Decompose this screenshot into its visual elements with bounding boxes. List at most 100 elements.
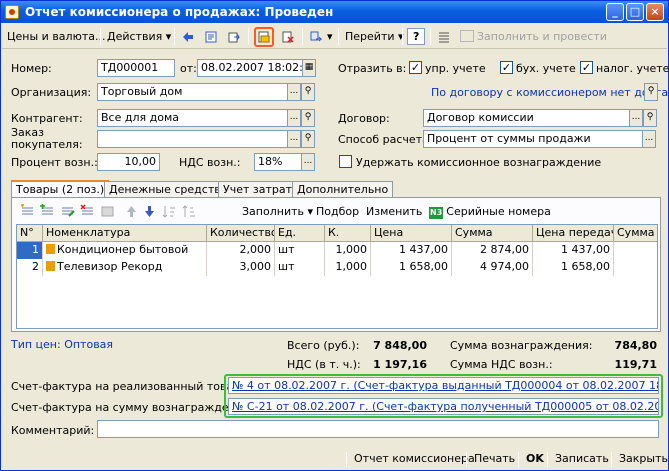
item-icon (46, 261, 55, 271)
col-transfer-price[interactable]: Цена передачи (533, 225, 614, 242)
customer-order-select-button[interactable]: ... (287, 130, 301, 148)
ok-button[interactable]: OK (523, 450, 547, 469)
mgmt-accounting-label: упр. учете (425, 62, 486, 75)
calc-method-select-button[interactable]: ... (642, 130, 656, 148)
reward-vat-sum-value: 119,71 (614, 358, 657, 371)
col-coefficient[interactable]: К. (325, 225, 371, 242)
contract-select-button[interactable]: ... (629, 109, 643, 127)
contract-label: Договор: (338, 112, 390, 125)
close-window-button[interactable]: × (646, 3, 664, 21)
post-document-icon[interactable] (225, 28, 242, 45)
goods-invoice-link[interactable]: № 4 от 08.02.2007 г. (Счет-фактура выдан… (228, 377, 659, 394)
goto-menu-button[interactable]: Перейти ▾ (342, 27, 407, 46)
prices-currency-button[interactable]: Цены и валюта... (4, 27, 108, 46)
save-button[interactable]: Записать (552, 450, 612, 469)
actions-menu-button[interactable]: Действия ▾ (104, 27, 174, 46)
goods-table[interactable]: N° Номенклатура Количество Ед. К. Цена С… (16, 224, 658, 329)
row-transfer-sum (614, 259, 657, 276)
date-field[interactable]: 08.02.2007 18:02:13 (197, 59, 303, 77)
withhold-reward-checkbox[interactable] (339, 155, 352, 168)
number-label: Номер: (11, 62, 52, 75)
serial-numbers-button[interactable]: N3 Серийные номера (429, 204, 551, 220)
contract-field[interactable]: Договор комиссии (423, 109, 630, 127)
row-nomenclature: Кондиционер бытовой (43, 242, 207, 259)
copy-row-icon[interactable] (40, 204, 55, 219)
reward-vat-dropdown-icon[interactable]: ... (301, 153, 315, 171)
edit-row-icon[interactable] (60, 204, 75, 219)
calendar-icon[interactable]: ▦ (302, 59, 316, 77)
row-quantity: 2,000 (207, 242, 275, 259)
unpost-document-icon[interactable] (279, 28, 296, 45)
move-down-icon[interactable] (142, 204, 157, 219)
fill-and-post-button[interactable]: Заполнить и провести (457, 27, 610, 46)
reward-vat-label: НДС возн.: (179, 156, 241, 169)
col-nomenclature[interactable]: Номенклатура (43, 225, 207, 242)
col-unit[interactable]: Ед. (275, 225, 325, 242)
tab-goods[interactable]: Товары (2 поз.) (11, 180, 110, 198)
help-button[interactable]: ? (407, 28, 426, 45)
col-transfer-sum[interactable]: Сумма (614, 225, 657, 242)
counterparty-field[interactable]: Все для дома (97, 109, 288, 127)
dropdown-arrow-icon[interactable]: ▾ (324, 27, 336, 46)
organization-select-button[interactable]: ... (287, 83, 301, 101)
title-bar[interactable]: Отчет комиссионера о продажах: Проведен … (1, 1, 668, 23)
contract-debt-link[interactable]: По договору с комиссионером нет долга (431, 86, 668, 99)
close-button[interactable]: Закрыть (616, 450, 669, 469)
row-nomenclature: Телевизор Рекорд (43, 259, 207, 276)
reward-percent-field[interactable]: 10,00 (97, 153, 160, 171)
number-field[interactable]: ТД000001 (97, 59, 175, 77)
col-sum[interactable]: Сумма (452, 225, 533, 242)
col-price[interactable]: Цена (371, 225, 452, 242)
total-label: Всего (руб.): (287, 339, 360, 352)
tab-cost-accounting[interactable]: Учет затрат (218, 181, 298, 198)
comment-field[interactable] (97, 420, 659, 438)
tab-additional[interactable]: Дополнительно (292, 181, 394, 198)
fill-menu-button[interactable]: Заполнить ▾ (242, 204, 313, 220)
row-sum: 2 874,00 (452, 242, 533, 259)
organization-open-icon[interactable]: ⚲ (301, 83, 315, 101)
row-number: 2 (17, 259, 43, 276)
row-quantity: 3,000 (207, 259, 275, 276)
print-button[interactable]: Печать (471, 450, 518, 469)
table-row[interactable]: 2 Телевизор Рекорд 3,000 шт 1,000 1 658,… (17, 259, 657, 276)
reward-vat-field[interactable]: 18% (254, 153, 302, 171)
structure-icon[interactable] (307, 28, 324, 45)
bookkeeping-checkbox[interactable]: ✓ (500, 61, 513, 74)
counterparty-open-icon[interactable]: ⚲ (301, 109, 315, 127)
table-row[interactable]: 1 Кондиционер бытовой 2,000 шт 1,000 1 4… (17, 242, 657, 259)
selection-button[interactable]: Подбор (316, 204, 359, 220)
arrow-left-icon[interactable] (179, 28, 196, 45)
add-row-icon[interactable] (20, 204, 35, 219)
contract-debt-open-icon[interactable]: ⚲ (644, 83, 658, 101)
tax-accounting-checkbox[interactable]: ✓ (580, 61, 593, 74)
agent-report-print-button[interactable]: Отчет комиссионера (351, 450, 478, 469)
document-list-icon[interactable] (202, 28, 219, 45)
tab-cash[interactable]: Денежные средства (104, 181, 233, 198)
counterparty-select-button[interactable]: ... (287, 109, 301, 127)
row-coefficient: 1,000 (325, 259, 371, 276)
maximize-button[interactable]: □ (626, 3, 644, 21)
contract-open-icon[interactable]: ⚲ (643, 109, 657, 127)
customer-order-open-icon[interactable]: ⚲ (301, 130, 315, 148)
mgmt-accounting-checkbox[interactable]: ✓ (409, 61, 422, 74)
movement-report-icon[interactable] (254, 27, 274, 47)
row-sum: 4 974,00 (452, 259, 533, 276)
reward-invoice-link[interactable]: № С-21 от 08.02.2007 г. (Счет-фактура по… (228, 398, 659, 415)
reward-sum-value: 784,80 (614, 339, 657, 352)
row-price: 1 437,00 (371, 242, 452, 259)
vat-included-label: НДС (в т. ч.): (287, 358, 361, 371)
delete-row-icon[interactable] (80, 204, 95, 219)
calc-method-field[interactable]: Процент от суммы продажи (423, 130, 643, 148)
col-number[interactable]: N° (17, 225, 43, 242)
price-type-link[interactable]: Тип цен: Оптовая (11, 338, 113, 351)
minimize-button[interactable]: _ (606, 3, 624, 21)
columns-icon[interactable] (435, 28, 452, 45)
withhold-reward-label: Удержать комиссионное вознаграждение (356, 156, 602, 169)
goods-toolbar: Заполнить ▾ Подбор Изменить N3 Серийные н… (16, 202, 656, 222)
serial-numbers-label: Серийные номера (446, 205, 551, 218)
customer-order-field[interactable] (97, 130, 288, 148)
change-button[interactable]: Изменить (366, 204, 422, 220)
move-up-icon (124, 204, 139, 219)
organization-field[interactable]: Торговый дом (97, 83, 288, 101)
col-quantity[interactable]: Количество (207, 225, 275, 242)
